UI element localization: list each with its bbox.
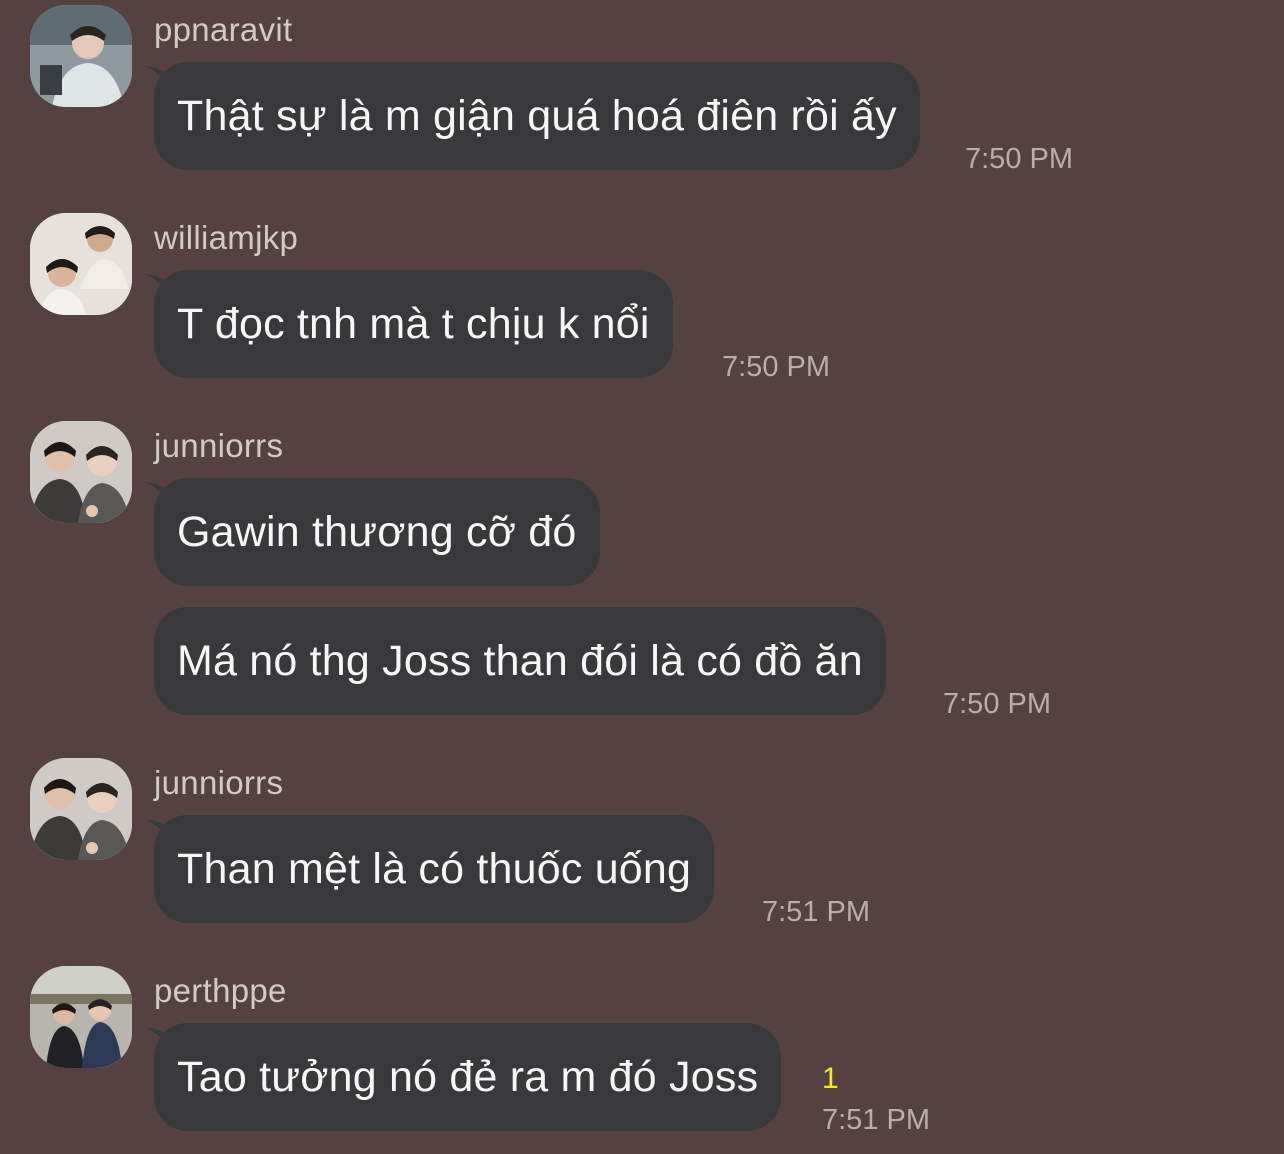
user-avatar-icon[interactable]	[30, 966, 132, 1068]
message-time: 7:50 PM	[722, 351, 830, 383]
sender-name: perthppe	[154, 972, 287, 1009]
sender-name: williamjkp	[154, 219, 299, 256]
message-bubble[interactable]: T đọc tnh mà t chịu k nổi	[154, 270, 673, 378]
message-bubble[interactable]: Than mệt là có thuốc uống	[154, 815, 715, 923]
user-avatar-icon[interactable]	[30, 758, 132, 860]
chat-message-list[interactable]: ppnaravit Thật sự là m giận quá hoá điên…	[0, 0, 1284, 1154]
sender-name: junniorrs	[154, 427, 284, 464]
message-bubble[interactable]: Tao tưởng nó đẻ ra m đó Joss	[154, 1023, 782, 1131]
unread-count: 1	[822, 1062, 839, 1095]
user-avatar-icon[interactable]	[30, 421, 132, 523]
user-avatar-icon[interactable]	[30, 213, 132, 315]
message-time: 7:50 PM	[943, 688, 1051, 720]
message-time: 7:51 PM	[822, 1104, 930, 1136]
message-bubble[interactable]: Thật sự là m giận quá hoá điên rồi ấy	[154, 62, 920, 170]
user-avatar-icon[interactable]	[30, 5, 132, 107]
message-bubble[interactable]: Má nó thg Joss than đói là có đồ ăn	[154, 607, 886, 715]
sender-name: ppnaravit	[154, 11, 293, 48]
message-time: 7:50 PM	[965, 143, 1073, 175]
message-bubble[interactable]: Gawin thương cỡ đó	[154, 478, 600, 586]
sender-name: junniorrs	[154, 764, 284, 801]
message-time: 7:51 PM	[762, 896, 870, 928]
